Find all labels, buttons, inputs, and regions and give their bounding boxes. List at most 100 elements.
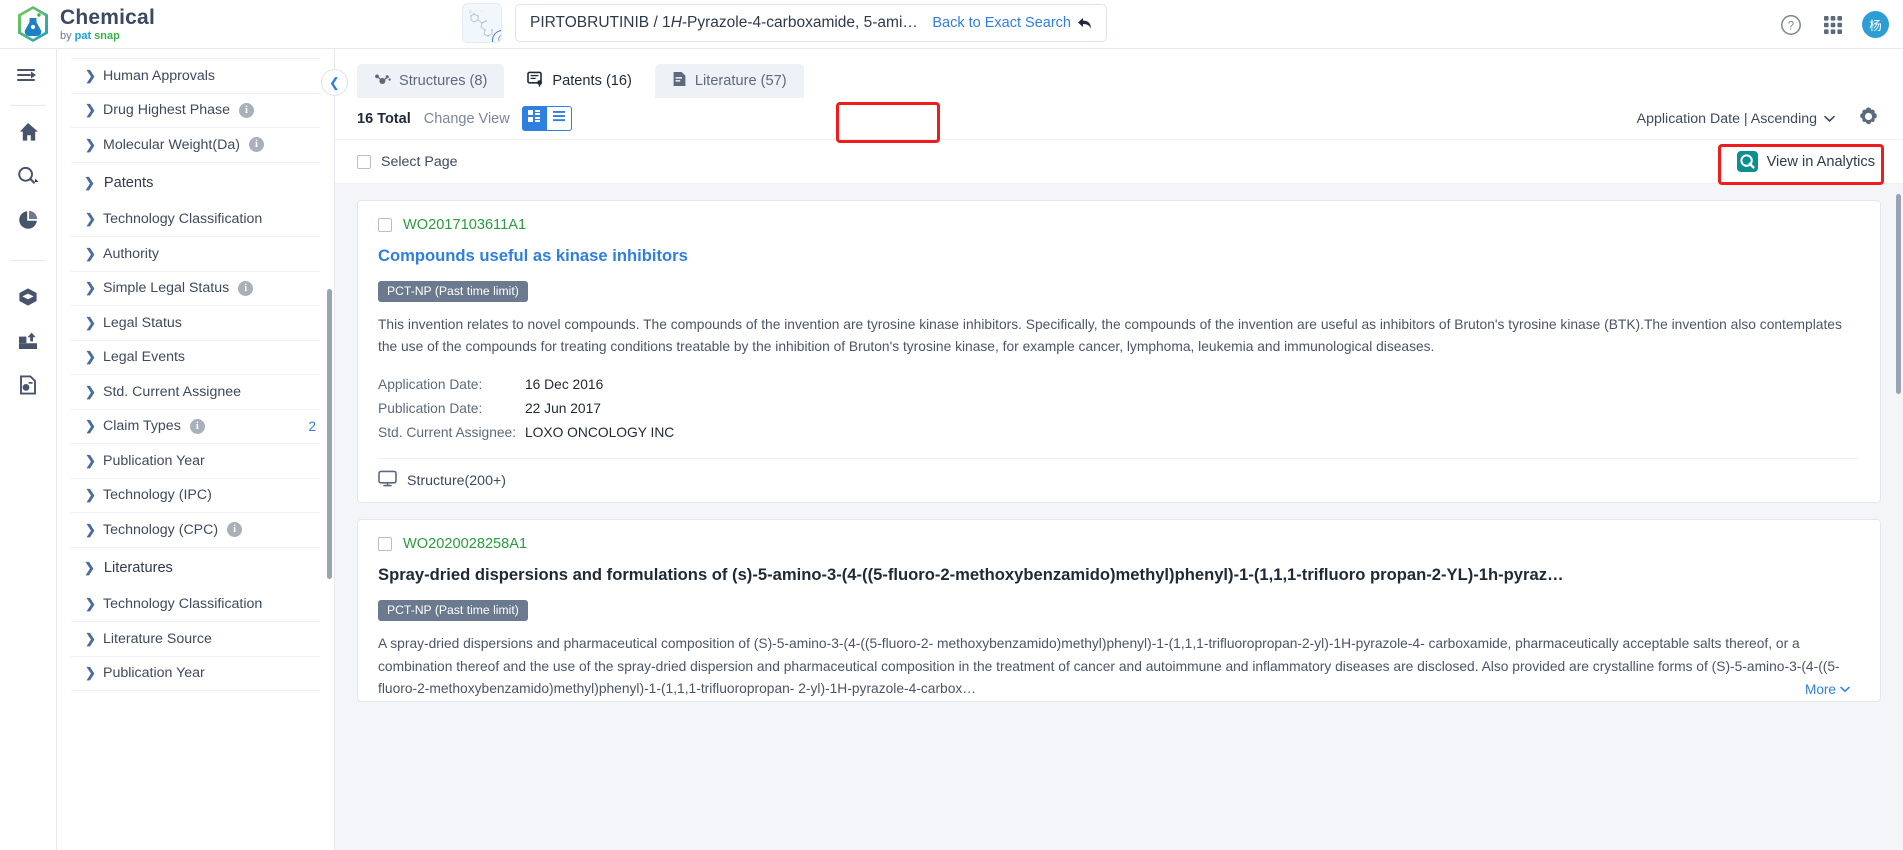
collapse-filters-button[interactable]: ❮	[321, 69, 348, 96]
filter-label: Technology (CPC)	[103, 521, 219, 538]
structure-view-icon	[378, 470, 397, 491]
filter-group-label: Literatures	[103, 559, 173, 576]
patsnap-analytics-icon	[1736, 151, 1758, 172]
filter-row-lit-technology-classification[interactable]: ❯ Technology Classification	[71, 588, 320, 622]
filter-row-technology-cpc[interactable]: ❯ Technology (CPC) i	[71, 513, 320, 548]
settings-button[interactable]	[1855, 106, 1881, 132]
filter-row-legal-status[interactable]: ❯ Legal Status	[71, 306, 320, 341]
structure-label: Structure(200+)	[407, 472, 506, 489]
info-icon[interactable]: i	[248, 137, 264, 153]
sidebar-item-analytics[interactable]	[0, 200, 56, 244]
filter-label: Legal Status	[103, 314, 182, 331]
meta-value: 16 Dec 2016	[525, 377, 604, 393]
filter-row-literature-source[interactable]: ❯ Literature Source	[71, 622, 320, 657]
back-arrow-icon	[1078, 17, 1091, 29]
filter-label: Technology Classification	[103, 596, 263, 613]
filter-row-technology-classification[interactable]: ❯ Technology Classification	[71, 203, 320, 237]
grid-view-button[interactable]	[521, 106, 547, 131]
filter-row-molecular-weight[interactable]: ❯ Molecular Weight(Da) i	[71, 128, 320, 163]
info-icon[interactable]: i	[189, 418, 205, 434]
brand-logo[interactable]: Chemical by pat snap	[0, 5, 340, 43]
chevron-down-icon	[1824, 111, 1835, 127]
toolbar-right: Application Date | Ascending	[1637, 106, 1881, 132]
info-icon[interactable]: i	[238, 280, 254, 296]
sort-dropdown[interactable]: Application Date | Ascending	[1637, 111, 1835, 127]
list-view-button[interactable]	[546, 106, 572, 131]
main-content: ❮ Structures (8) Patents (16) Literature…	[321, 49, 1903, 850]
results-list: WO2017103611A1 Compounds useful as kinas…	[335, 184, 1903, 850]
search-input[interactable]: PIRTOBRUTINIB / 1H-Pyrazole-4-carboxamid…	[515, 4, 1107, 42]
search-icon	[16, 165, 40, 192]
info-icon[interactable]: i	[227, 522, 243, 538]
sort-label: Application Date | Ascending	[1636, 110, 1817, 127]
patent-doc-icon	[527, 71, 544, 91]
top-right-actions: ? 杨	[1778, 0, 1889, 49]
filter-count-badge: 2	[308, 418, 316, 434]
filter-row-simple-legal-status[interactable]: ❯ Simple Legal Status i	[71, 272, 320, 306]
filter-group-literatures[interactable]: ❯ Literatures	[71, 548, 320, 588]
results-scrollbar[interactable]	[1896, 194, 1901, 394]
export-inbox-icon	[17, 330, 39, 357]
publication-number[interactable]: WO2020028258A1	[403, 536, 527, 552]
chevron-right-icon: ❯	[85, 630, 96, 646]
filter-row-claim-types[interactable]: ❯ Claim Types i 2	[71, 410, 320, 444]
more-button[interactable]: More	[1799, 682, 1850, 698]
chevron-right-icon: ❯	[85, 314, 96, 330]
avatar[interactable]: 杨	[1862, 11, 1889, 38]
select-page-label: Select Page	[381, 153, 458, 170]
filter-group-patents[interactable]: ❯ Patents	[71, 163, 320, 203]
back-to-exact-search-button[interactable]: Back to Exact Search	[932, 15, 1092, 31]
filter-row-publication-year-patents[interactable]: ❯ Publication Year	[71, 444, 320, 479]
sidebar-item-export[interactable]	[0, 321, 56, 365]
select-page-checkbox[interactable]	[357, 154, 371, 169]
filter-scroll-area: ❯ Human Approvals ❯ Drug Highest Phase i…	[57, 49, 334, 850]
chevron-right-icon: ❯	[85, 383, 96, 399]
search-query-text: PIRTOBRUTINIB / 1H-Pyrazole-4-carboxamid…	[530, 14, 920, 31]
tab-patents[interactable]: Patents (16)	[510, 64, 649, 98]
patent-result-card: WO2020028258A1 Spray-dried dispersions a…	[357, 519, 1881, 703]
filter-row-publication-year-literatures[interactable]: ❯ Publication Year	[71, 657, 320, 691]
patent-title[interactable]: Spray-dried dispersions and formulations…	[378, 564, 1860, 586]
filter-row-human-approvals[interactable]: ❯ Human Approvals	[71, 59, 320, 94]
filter-row-drug-highest-phase[interactable]: ❯ Drug Highest Phase i	[71, 94, 320, 128]
filter-label: Publication Year	[103, 452, 205, 469]
tab-label: Patents (16)	[552, 73, 632, 89]
filter-label: Technology (IPC)	[103, 487, 212, 504]
svg-text:⁻: ⁻	[480, 10, 483, 16]
filter-row-std-current-assignee[interactable]: ❯ Std. Current Assignee	[71, 375, 320, 410]
change-view-label[interactable]: Change View	[424, 111, 510, 127]
patent-abstract: A spray-dried dispersions and pharmaceut…	[378, 635, 1840, 697]
sidebar-item-workspace[interactable]	[0, 277, 56, 321]
publication-number[interactable]: WO2017103611A1	[403, 217, 526, 233]
sidebar-item-expand[interactable]	[0, 55, 56, 99]
meta-row: Std. Current Assignee: LOXO ONCOLOGY INC	[378, 421, 1860, 445]
filter-label: Simple Legal Status	[103, 280, 230, 297]
view-in-analytics-button[interactable]: View in Analytics	[1731, 147, 1881, 176]
filter-label: Authority	[103, 245, 159, 262]
app-root: Chemical by pat snap o ⁻ PIRTOBRUTINIB /…	[0, 0, 1903, 850]
filter-scrollbar[interactable]	[327, 289, 332, 579]
tab-literature[interactable]: Literature (57)	[654, 64, 804, 98]
brand-pat: pat	[74, 29, 92, 42]
filter-row-legal-events[interactable]: ❯ Legal Events	[71, 341, 320, 375]
molecule-thumbnail-icon[interactable]: o ⁻	[462, 3, 502, 43]
filter-label: Std. Current Assignee	[103, 383, 242, 400]
structure-node-icon	[374, 72, 391, 91]
sidebar-item-home[interactable]	[0, 112, 56, 156]
filter-row-clipped[interactable]	[71, 49, 320, 59]
sidebar-item-reports[interactable]	[0, 365, 56, 409]
list-view-icon	[552, 109, 566, 128]
patent-title[interactable]: Compounds useful as kinase inhibitors	[378, 245, 1860, 267]
results-toolbar: 16 Total Change View Application Date | …	[335, 98, 1903, 140]
tab-structures[interactable]: Structures (8)	[357, 64, 505, 98]
filter-row-authority[interactable]: ❯ Authority	[71, 237, 320, 272]
apps-grid-icon[interactable]	[1820, 12, 1846, 38]
help-icon[interactable]: ?	[1778, 12, 1804, 38]
result-checkbox[interactable]	[378, 218, 392, 232]
sidebar-item-search[interactable]	[0, 156, 56, 200]
chevron-right-icon: ❯	[85, 596, 96, 612]
result-checkbox[interactable]	[378, 537, 392, 552]
info-icon[interactable]: i	[238, 102, 254, 118]
structure-toggle[interactable]: Structure(200+)	[378, 458, 1860, 502]
filter-row-technology-ipc[interactable]: ❯ Technology (IPC)	[71, 479, 320, 513]
